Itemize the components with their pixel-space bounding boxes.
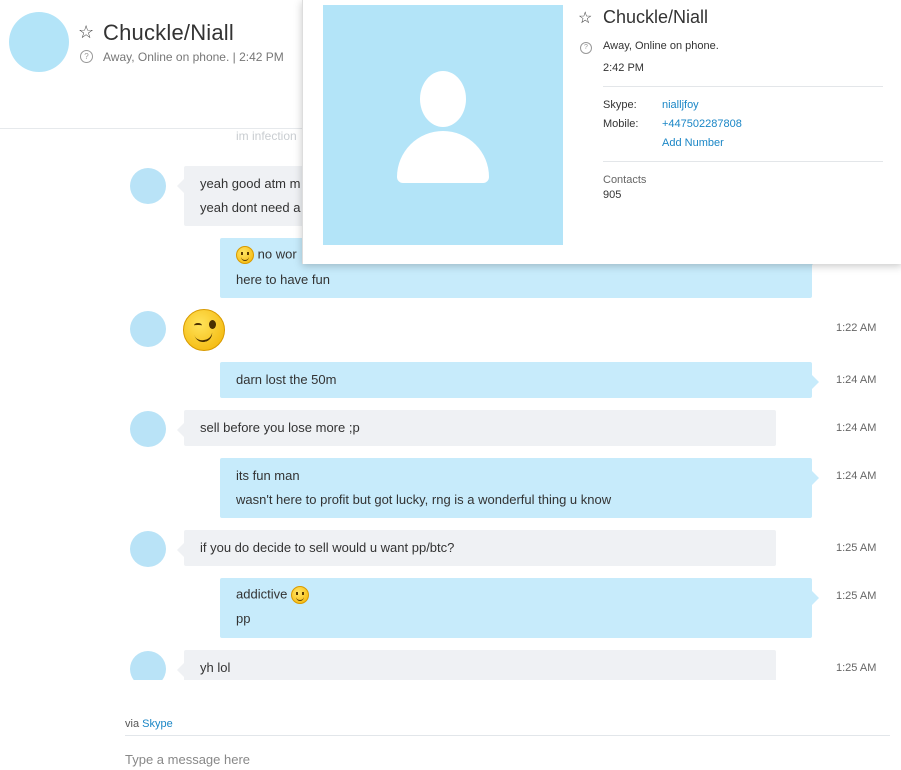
- composer-divider: [125, 735, 890, 736]
- message-line: addictive: [236, 586, 309, 604]
- via-label: via Skype: [125, 718, 173, 730]
- mobile-label: Mobile:: [603, 118, 639, 130]
- card-divider: [603, 161, 883, 162]
- message-timestamp: 1:24 AM: [836, 374, 877, 386]
- outgoing-message[interactable]: addictive pp: [220, 578, 819, 638]
- message-text: no wor: [257, 246, 297, 262]
- via-prefix: via: [125, 718, 143, 730]
- smile-emoji-icon: [290, 586, 309, 604]
- message-text: here to have fun: [236, 272, 330, 287]
- default-avatar-head-icon: [420, 71, 466, 127]
- smile-emoji-icon: [236, 246, 254, 264]
- outgoing-message[interactable]: darn lost the 50m: [220, 362, 819, 398]
- favorite-star-icon[interactable]: ☆: [78, 22, 94, 42]
- skype-link[interactable]: Skype: [142, 718, 173, 730]
- profile-local-time: 2:42 PM: [603, 62, 644, 74]
- card-divider: [603, 86, 883, 87]
- mobile-number-link[interactable]: +447502287808: [662, 118, 742, 130]
- sender-avatar[interactable]: [130, 311, 166, 347]
- incoming-message[interactable]: sell before you lose more ;p: [177, 410, 776, 446]
- sender-avatar[interactable]: [130, 651, 166, 680]
- message-timestamp: 1:25 AM: [836, 590, 877, 602]
- message-text: darn lost the 50m: [236, 372, 337, 387]
- contact-name[interactable]: Chuckle/Niall: [103, 20, 234, 46]
- sender-avatar[interactable]: [130, 411, 166, 447]
- contact-profile-card: ☆ Chuckle/Niall ? Away, Online on phone.…: [302, 0, 901, 264]
- message-line: no wor: [236, 246, 297, 264]
- incoming-message[interactable]: if you do decide to sell would u want pp…: [177, 530, 776, 566]
- profile-name: Chuckle/Niall: [603, 7, 709, 27]
- message-text: its fun man: [236, 468, 300, 483]
- skype-id-link[interactable]: nialljfoy: [662, 99, 699, 111]
- message-timestamp: 1:22 AM: [836, 322, 877, 334]
- sender-avatar[interactable]: [130, 531, 166, 567]
- profile-status: Away, Online on phone.: [603, 40, 719, 52]
- message-text: if you do decide to sell would u want pp…: [200, 540, 455, 555]
- message-input[interactable]: Type a message here: [125, 752, 250, 767]
- message-timestamp: 1:25 AM: [836, 542, 877, 554]
- status-help-icon: ?: [580, 42, 592, 54]
- default-avatar-body-icon: [397, 131, 489, 183]
- message-text: yeah dont need a: [200, 200, 301, 215]
- message-text: sell before you lose more ;p: [200, 420, 360, 435]
- faded-message-text: im infection: [236, 129, 297, 143]
- contact-status: Away, Online on phone. | 2:42 PM: [103, 50, 284, 64]
- profile-picture: [323, 5, 563, 245]
- open-eye: [209, 320, 216, 329]
- message-timestamp: 1:24 AM: [836, 422, 877, 434]
- smile-mouth: [194, 330, 214, 344]
- message-text: wasn't here to profit but got lucky, rng…: [236, 492, 612, 507]
- message-text: yh lol: [200, 660, 231, 675]
- message-text: addictive: [236, 586, 288, 602]
- skype-label: Skype:: [603, 99, 637, 111]
- message-text: yeah good atm m: [200, 176, 301, 191]
- status-help-icon: ?: [80, 50, 93, 63]
- add-number-link[interactable]: Add Number: [662, 137, 724, 149]
- outgoing-message[interactable]: its fun man wasn't here to profit but go…: [220, 458, 819, 518]
- message-text: pp: [236, 611, 251, 626]
- sender-avatar[interactable]: [130, 168, 166, 204]
- favorite-star-icon[interactable]: ☆: [578, 8, 592, 28]
- contacts-label: Contacts: [603, 174, 647, 186]
- contacts-count: 905: [603, 189, 622, 201]
- incoming-message[interactable]: yh lol: [177, 650, 776, 680]
- message-timestamp: 1:24 AM: [836, 470, 877, 482]
- wink-eye: [194, 323, 202, 328]
- contact-avatar[interactable]: [9, 12, 69, 72]
- message-timestamp: 1:25 AM: [836, 662, 877, 674]
- wink-emoji-icon[interactable]: [183, 309, 225, 351]
